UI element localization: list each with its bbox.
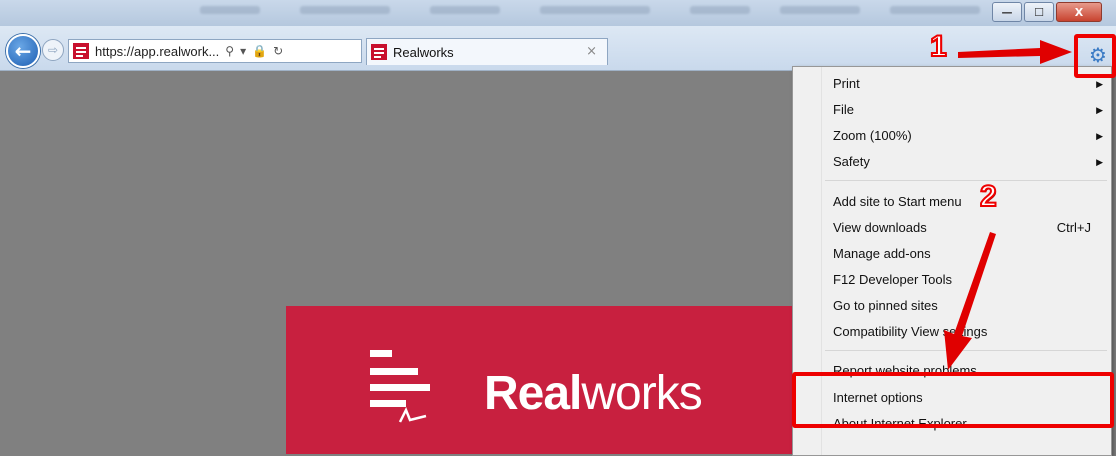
annotation-arrows	[944, 40, 1072, 370]
step-2-arrow	[944, 232, 996, 370]
step-1-arrow	[958, 40, 1072, 64]
